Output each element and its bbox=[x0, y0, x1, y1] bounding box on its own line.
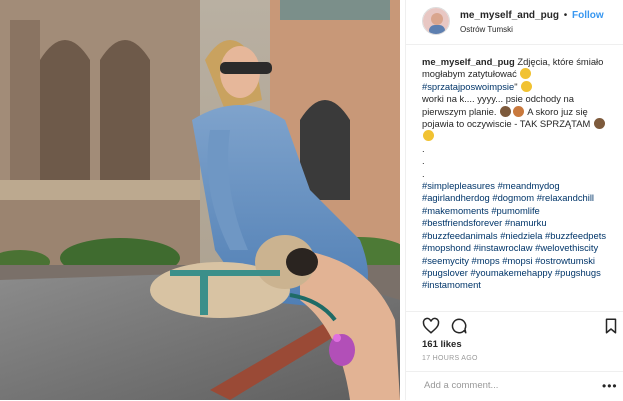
header-user-line: me_myself_and_pug • Follow bbox=[460, 10, 604, 21]
header-username[interactable]: me_myself_and_pug bbox=[460, 10, 559, 21]
action-bar bbox=[406, 311, 623, 338]
header-separator: • bbox=[563, 10, 568, 21]
hashtag[interactable]: #makemoments bbox=[422, 205, 489, 216]
comment-icon-svg bbox=[451, 318, 467, 334]
hashtag[interactable]: #mops bbox=[472, 255, 500, 266]
post-caption: me_myself_and_pug Zdjęcia, które śmiało … bbox=[422, 56, 618, 308]
post-photo[interactable] bbox=[0, 0, 400, 400]
hashtag[interactable]: #seemycity bbox=[422, 255, 469, 266]
caption-dots: . . . bbox=[422, 143, 618, 180]
instagram-post: me_myself_and_pug • Follow Ostrów Tumski… bbox=[0, 0, 623, 400]
heart-icon-svg bbox=[422, 317, 440, 334]
hashtag[interactable]: #niedziela bbox=[500, 230, 542, 241]
bookmark-icon-svg bbox=[605, 318, 617, 334]
hashtag[interactable]: #relaxandchill bbox=[537, 192, 594, 203]
emoji-icon bbox=[500, 105, 512, 117]
caption-hashtag-1[interactable]: #sprzatajposwoimpsie bbox=[422, 81, 514, 92]
bookmark-icon[interactable] bbox=[602, 317, 620, 335]
hashtag[interactable]: #simplepleasures bbox=[422, 180, 495, 191]
hashtag[interactable]: #namurku bbox=[505, 217, 547, 228]
hashtag[interactable]: #agirlandherdog bbox=[422, 192, 490, 203]
hashtag[interactable]: #pugslover bbox=[422, 267, 468, 278]
hashtag[interactable]: #instawroclaw bbox=[474, 242, 533, 253]
heart-icon[interactable] bbox=[422, 317, 440, 335]
hashtag[interactable]: #ostrowtumski bbox=[535, 255, 595, 266]
follow-button[interactable]: Follow bbox=[572, 10, 604, 21]
avatar[interactable] bbox=[422, 7, 450, 35]
caption-dot: . bbox=[422, 142, 425, 154]
comment-input[interactable] bbox=[422, 379, 586, 392]
caption-username[interactable]: me_myself_and_pug bbox=[422, 56, 515, 67]
caption-body: me_myself_and_pug Zdjęcia, które śmiało … bbox=[422, 56, 618, 143]
comment-icon[interactable] bbox=[450, 317, 468, 335]
caption-text-2: " bbox=[514, 80, 518, 92]
emoji-icon bbox=[520, 68, 532, 80]
hashtag[interactable]: #mopsi bbox=[502, 255, 532, 266]
hashtag[interactable]: #buzzfeedanimals bbox=[422, 230, 498, 241]
emoji-icon bbox=[513, 105, 525, 117]
avatar-image bbox=[423, 8, 449, 34]
likes-count[interactable]: 161 likes bbox=[422, 339, 462, 350]
hashtag[interactable]: #bestfriendsforever bbox=[422, 217, 502, 228]
post-sidebar: me_myself_and_pug • Follow Ostrów Tumski… bbox=[405, 0, 623, 400]
emoji-icon bbox=[521, 80, 533, 92]
hashtag[interactable]: #meandmydog bbox=[498, 180, 560, 191]
hashtag[interactable]: #buzzfeedpets bbox=[545, 230, 606, 241]
hashtag[interactable]: #mopshond bbox=[422, 242, 471, 253]
post-timestamp[interactable]: 17 HOURS AGO bbox=[422, 355, 478, 362]
caption-dot: . bbox=[422, 167, 425, 179]
hashtag[interactable]: #dogmom bbox=[492, 192, 534, 203]
hashtag[interactable]: #youmakemehappy bbox=[470, 267, 552, 278]
caption-dot: . bbox=[422, 155, 425, 167]
caption-hashtags: #simplepleasures #meandmydog #agirlandhe… bbox=[422, 180, 618, 292]
hashtag[interactable]: #instamoment bbox=[422, 279, 481, 290]
more-options-button[interactable]: ••• bbox=[602, 380, 618, 392]
hashtag[interactable]: #welovethiscity bbox=[535, 242, 598, 253]
emoji-icon bbox=[423, 130, 434, 142]
comment-row: ••• bbox=[406, 371, 623, 401]
post-header: me_myself_and_pug • Follow Ostrów Tumski bbox=[406, 0, 623, 45]
hashtag[interactable]: #pugshugs bbox=[555, 267, 601, 278]
emoji-icon bbox=[593, 118, 605, 130]
post-photo-art bbox=[0, 0, 400, 400]
location-link[interactable]: Ostrów Tumski bbox=[460, 25, 513, 34]
hashtag[interactable]: #pumomlife bbox=[491, 205, 539, 216]
